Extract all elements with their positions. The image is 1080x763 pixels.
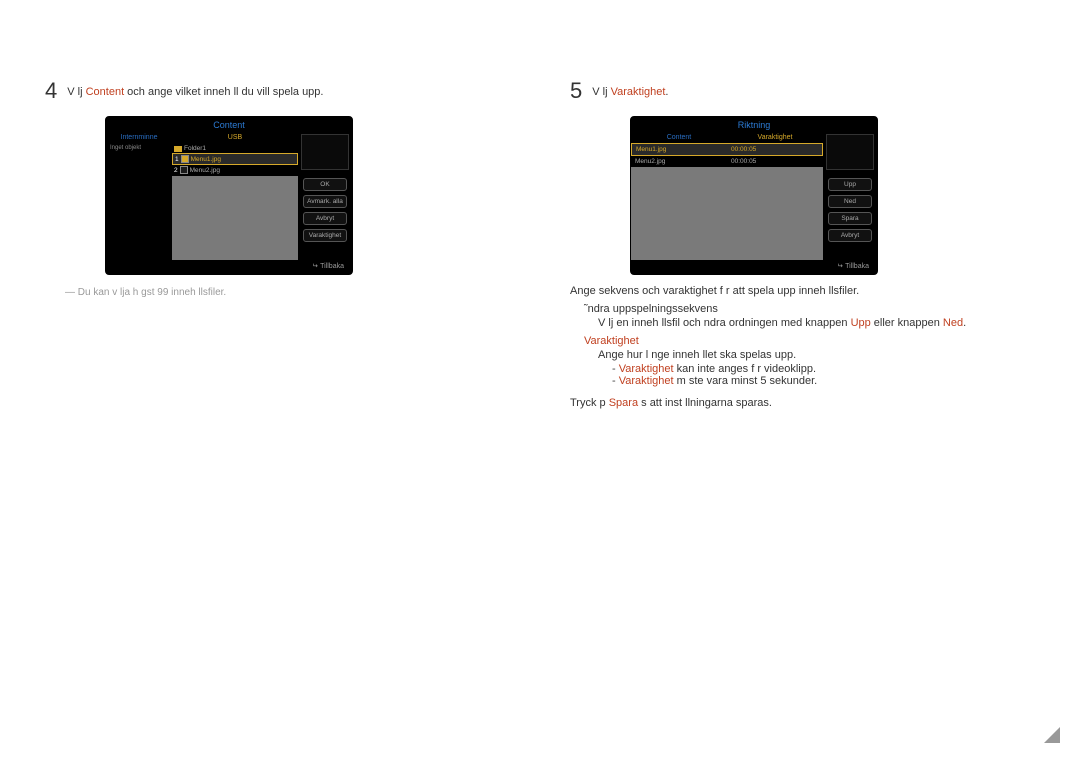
save-button: Spara <box>828 212 872 225</box>
note-max-files: Du kan v lja h gst 99 inneh llsfiler. <box>65 287 510 298</box>
bullet-duration: Varaktighet Ange hur l nge inneh llet sk… <box>584 335 1035 387</box>
step-text: V lj Varaktighet. <box>592 80 668 98</box>
up-button: Upp <box>828 178 872 191</box>
dash-item: Varaktighet kan inte anges f r videoklip… <box>612 363 1035 375</box>
file-row-selected: 1Menu1.jpg <box>172 153 298 165</box>
paragraph-intro: Ange sekvens och varaktighet f r att spe… <box>570 285 1035 297</box>
step-4: 4 V lj Content och ange vilket inneh ll … <box>45 80 510 102</box>
col-content: Content <box>631 132 727 143</box>
back-footer: ↵Tillbaka <box>106 260 352 274</box>
preview-box <box>826 134 874 170</box>
ok-button: OK <box>303 178 347 191</box>
return-icon: ↵ <box>837 262 843 270</box>
folder-row: Folder1 <box>172 144 298 153</box>
seq-row: Menu2.jpg00:00:05 <box>631 156 823 167</box>
bullet-body: Ange hur l nge inneh llet ska spelas upp… <box>598 349 1035 361</box>
step-number: 5 <box>570 80 582 102</box>
preview-box <box>301 134 349 170</box>
bullet-head: Varaktighet <box>584 335 1035 347</box>
unmark-all-button: Avmark. alla <box>303 195 347 208</box>
checkbox-on-icon <box>181 155 189 163</box>
tab-internal: Internminne <box>108 132 170 143</box>
dash-list: Varaktighet kan inte anges f r videoklip… <box>612 363 1035 387</box>
content-dialog-screenshot: Content Internminne Inget objekt USB Fol… <box>105 116 353 275</box>
step-number: 4 <box>45 80 57 102</box>
checkbox-off-icon <box>180 166 188 174</box>
dialog-title: Riktning <box>631 117 877 132</box>
step-text: V lj Content och ange vilket inneh ll du… <box>67 80 323 98</box>
bullet-sequence: ˜ndra uppspelningssekvens V lj en inneh … <box>584 303 1035 329</box>
seq-row-selected: Menu1.jpg00:00:05 <box>631 143 823 156</box>
dialog-title: Content <box>106 117 352 132</box>
highlight-content: Content <box>86 86 125 98</box>
right-column: 5 V lj Varaktighet. Riktning Content Var… <box>570 80 1035 413</box>
step-5: 5 V lj Varaktighet. <box>570 80 1035 102</box>
no-object-label: Inget objekt <box>108 143 170 153</box>
folder-icon <box>174 146 182 152</box>
file-row: 2Menu2.jpg <box>172 165 298 175</box>
paragraph-save: Tryck p Spara s att inst llningarna spar… <box>570 397 1035 409</box>
back-footer: ↵Tillbaka <box>631 260 877 274</box>
cancel-button: Avbryt <box>303 212 347 225</box>
direction-dialog-screenshot: Riktning Content Varaktighet Menu1.jpg00… <box>630 116 878 275</box>
tab-usb: USB <box>172 132 298 143</box>
bullet-head: ˜ndra uppspelningssekvens <box>584 303 1035 315</box>
page-corner-icon <box>1044 727 1060 743</box>
cancel-button: Avbryt <box>828 229 872 242</box>
down-button: Ned <box>828 195 872 208</box>
col-duration: Varaktighet <box>727 132 823 143</box>
left-column: 4 V lj Content och ange vilket inneh ll … <box>45 80 510 413</box>
bullet-body: V lj en inneh llsfil och ndra ordningen … <box>598 317 1035 329</box>
dash-item: Varaktighet m ste vara minst 5 sekunder. <box>612 375 1035 387</box>
highlight-duration: Varaktighet <box>611 86 666 98</box>
return-icon: ↵ <box>312 262 318 270</box>
duration-button: Varaktighet <box>303 229 347 242</box>
